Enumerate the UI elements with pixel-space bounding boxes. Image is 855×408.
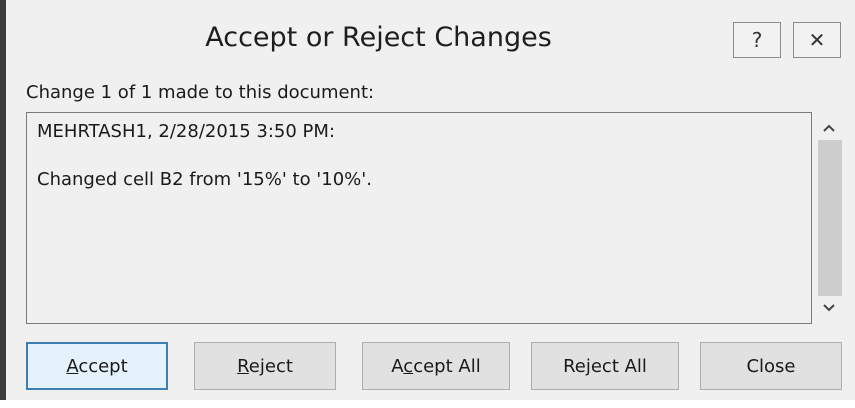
- change-author-line: MEHRTASH1, 2/28/2015 3:50 PM:: [37, 121, 336, 142]
- accept-all-button-label: Accept All: [391, 355, 481, 377]
- scroll-thumb[interactable]: [818, 140, 842, 296]
- dialog-title: Accept or Reject Changes: [205, 22, 552, 53]
- close-window-button[interactable]: ✕: [793, 22, 841, 58]
- reject-button-label: Reject: [237, 355, 293, 377]
- close-button-label: Close: [746, 355, 796, 377]
- accept-all-button[interactable]: Accept All: [362, 342, 510, 390]
- change-description: Changed cell B2 from '15%' to '10%'.: [37, 169, 372, 190]
- question-mark-icon: ?: [751, 28, 763, 52]
- change-details-box[interactable]: MEHRTASH1, 2/28/2015 3:50 PM: Changed ce…: [26, 112, 812, 324]
- vertical-scrollbar[interactable]: [812, 112, 846, 324]
- accept-button[interactable]: Accept: [26, 342, 168, 390]
- accept-button-label: Accept: [66, 355, 128, 377]
- title-bar[interactable]: Accept or Reject Changes ? ✕: [6, 0, 855, 78]
- reject-button[interactable]: Reject: [194, 342, 336, 390]
- dialog-bottom-edge: [0, 400, 855, 408]
- accept-reject-dialog: Accept or Reject Changes ? ✕ Change 1 of…: [0, 0, 855, 408]
- chevron-down-icon: [823, 304, 835, 312]
- change-count-label: Change 1 of 1 made to this document:: [26, 82, 375, 103]
- scroll-down-button[interactable]: [812, 294, 846, 322]
- chevron-up-icon: [823, 124, 835, 132]
- close-icon: ✕: [808, 28, 826, 52]
- scroll-up-button[interactable]: [812, 114, 846, 142]
- help-button[interactable]: ?: [733, 22, 781, 58]
- close-button[interactable]: Close: [700, 342, 842, 390]
- reject-all-button[interactable]: Reject All: [531, 342, 679, 390]
- reject-all-button-label: Reject All: [563, 355, 647, 377]
